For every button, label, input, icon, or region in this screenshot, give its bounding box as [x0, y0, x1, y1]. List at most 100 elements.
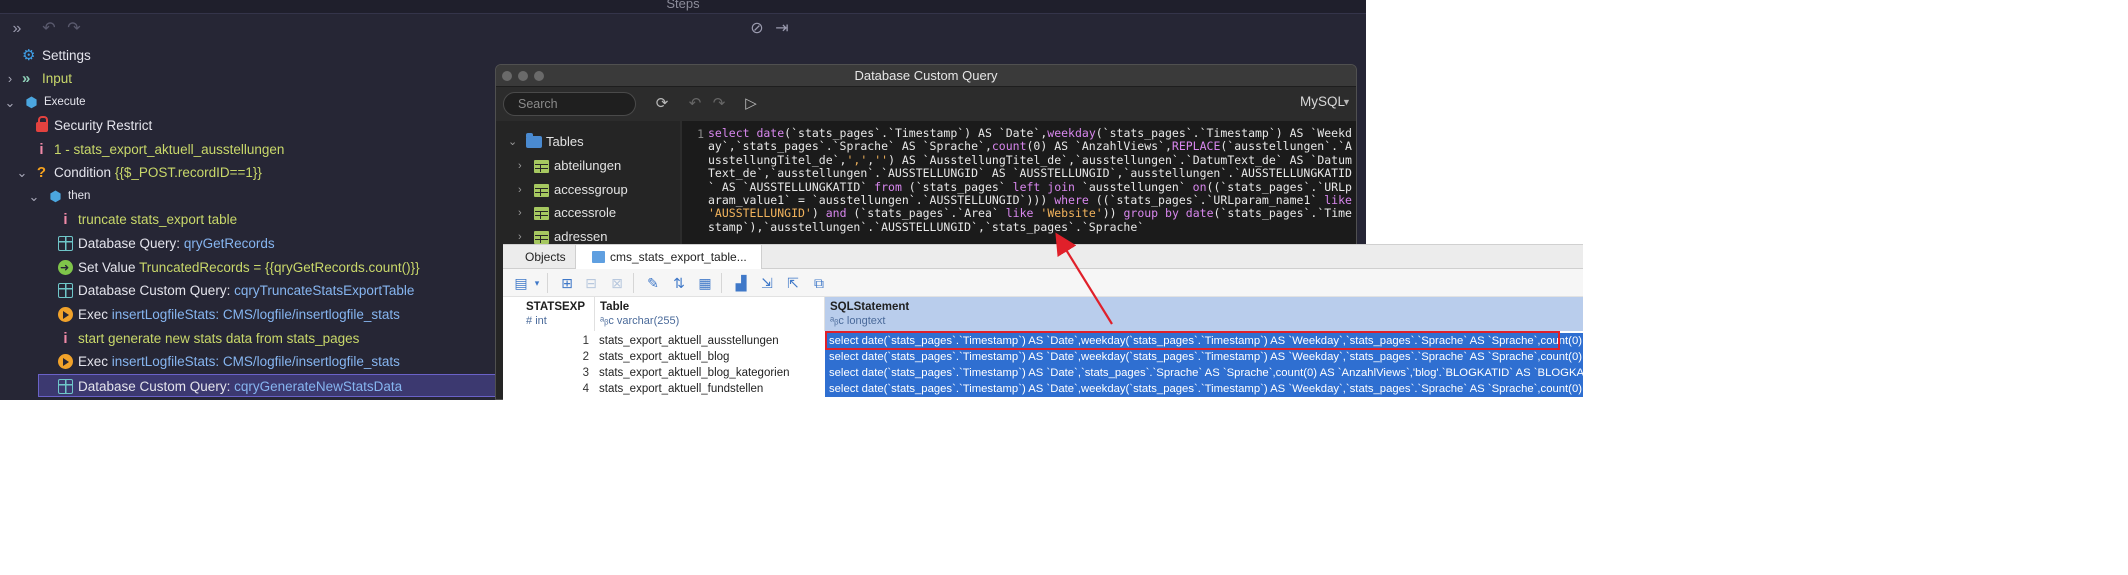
tab-label: cms_stats_export_table... — [610, 250, 747, 264]
step-comment[interactable]: i 1 - stats_export_aktuell_ausstellungen — [0, 138, 495, 161]
step-set-value[interactable]: Set Value TruncatedRecords = {{qryGetRec… — [0, 256, 495, 280]
play-icon — [58, 307, 73, 322]
chevron-right-icon[interactable]: › — [4, 67, 16, 90]
tab-table[interactable]: cms_stats_export_table... — [575, 245, 762, 270]
cube-icon: ⬢ — [49, 188, 62, 204]
step-label: Set Value TruncatedRecords = {{qryGetRec… — [78, 260, 420, 275]
chevron-right-icon[interactable]: › — [518, 202, 522, 224]
grid-view-icon[interactable]: ▦ — [697, 275, 713, 291]
chevron-down-icon[interactable]: ▾ — [529, 275, 545, 291]
step-label: truncate stats_export table — [78, 212, 238, 227]
cell-table[interactable]: stats_export_aktuell_fundstellen — [595, 381, 825, 397]
duplicate-record-icon[interactable]: ⊟ — [583, 275, 599, 291]
tree-label: accessrole — [554, 205, 617, 220]
tree-item-table[interactable]: › accessrole — [496, 202, 680, 224]
chevron-down-icon[interactable]: ⌄ — [508, 131, 517, 153]
folder-icon — [526, 133, 542, 148]
db-type-select[interactable]: MySQL — [1300, 94, 1345, 109]
import-icon[interactable]: ⇲ — [759, 275, 775, 291]
cell-sql[interactable]: select date(`stats_pages`.`Timestamp`) A… — [825, 365, 1583, 381]
results-toolbar: ▤ ▾ ⊞ ⊟ ⊠ ✎ ⇅ ▦ ▟ ⇲ ⇱ ⧉ — [503, 269, 1583, 297]
cell-table[interactable]: stats_export_aktuell_blog — [595, 349, 825, 365]
save-icon[interactable]: ▤ — [513, 275, 529, 291]
undo-icon[interactable]: ↶ — [684, 93, 706, 115]
sql-token: ',' — [846, 152, 868, 167]
cell-table[interactable]: stats_export_aktuell_blog_kategorien — [595, 365, 825, 381]
chevron-down-icon[interactable]: ⌄ — [16, 161, 28, 184]
export-icon[interactable]: ⇥ — [771, 19, 793, 39]
chevron-down-icon[interactable]: ⌄ — [28, 185, 40, 208]
tree-item-tables[interactable]: ⌄ Tables — [496, 131, 680, 153]
export-icon[interactable]: ⇱ — [785, 275, 801, 291]
line-number: 1 — [697, 127, 704, 141]
search-input[interactable]: Search — [503, 92, 636, 116]
step-database-custom-query[interactable]: Database Custom Query: cqryTruncateStats… — [0, 279, 495, 302]
no-entry-icon[interactable]: ⊘ — [746, 19, 768, 39]
step-input[interactable]: › » Input — [0, 67, 495, 90]
step-label: Exec insertLogfileStats: CMS/logfile/ins… — [78, 354, 400, 369]
sort-icon[interactable]: ⇅ — [671, 275, 687, 291]
cell-table[interactable]: stats_export_aktuell_ausstellungen — [595, 333, 825, 349]
sql-token: (`stats_pages`.`Timestamp`) AS `Date`, — [784, 126, 1048, 140]
text-type-icon: ᵃᵦc — [600, 315, 617, 327]
sql-token: '' — [874, 152, 889, 167]
step-label: Database Query: qryGetRecords — [78, 236, 275, 251]
structure-icon[interactable]: ⧉ — [811, 275, 827, 291]
step-label: then — [68, 190, 91, 202]
add-record-icon[interactable]: ⊞ — [559, 275, 575, 291]
sql-token: (`stats_pages`.`Area` — [846, 206, 1006, 221]
tree-item-table[interactable]: › abteilungen — [496, 155, 680, 177]
undo-icon[interactable]: ↶ — [38, 19, 60, 39]
step-label: start generate new stats data from stats… — [78, 331, 360, 346]
edit-icon[interactable]: ✎ — [645, 275, 661, 291]
column-header-table[interactable]: Table ᵃᵦc varchar(255) — [595, 297, 825, 331]
run-query-icon[interactable]: ▷ — [740, 93, 762, 115]
tree-label: Tables — [546, 134, 584, 149]
refresh-icon[interactable]: ⟳ — [651, 93, 673, 115]
chevron-down-icon[interactable]: ⌄ — [4, 91, 16, 114]
delete-record-icon[interactable]: ⊠ — [609, 275, 625, 291]
step-database-custom-query-selected[interactable]: Database Custom Query: cqryGenerateNewSt… — [38, 374, 496, 397]
double-chevron-right-icon[interactable]: » — [6, 19, 28, 39]
step-settings[interactable]: ⚙ Settings — [0, 44, 495, 67]
step-comment[interactable]: i truncate stats_export table — [0, 208, 495, 231]
chevron-right-icon[interactable]: › — [518, 179, 522, 201]
column-header-statsexp[interactable]: STATSEXP # int — [521, 297, 595, 331]
cell-id[interactable]: 2 — [521, 349, 595, 365]
cell-id[interactable]: 3 — [521, 365, 595, 381]
redo-icon[interactable]: ↷ — [708, 93, 730, 115]
cell-sql[interactable]: select date(`stats_pages`.`Timestamp`) A… — [825, 381, 1583, 397]
steps-titlebar: Steps — [0, 0, 1366, 14]
sql-token: group by date — [1123, 206, 1214, 221]
cell-id[interactable]: 1 — [521, 333, 595, 349]
chart-icon[interactable]: ▟ — [733, 275, 749, 291]
tree-item-table[interactable]: › accessgroup — [496, 179, 680, 201]
chevron-right-icon[interactable]: › — [518, 155, 522, 177]
info-icon: i — [63, 211, 68, 228]
cell-sql[interactable]: select date(`stats_pages`.`Timestamp`) A… — [825, 349, 1583, 365]
chevron-down-icon[interactable]: ▼ — [1342, 97, 1351, 107]
sql-token: (`stats_pages` — [901, 179, 1013, 194]
redo-icon[interactable]: ↷ — [63, 19, 85, 39]
table-icon — [534, 231, 549, 244]
column-header-sqlstatement[interactable]: SQLStatement ᵃᵦc longtext — [825, 297, 1583, 331]
set-value-icon — [58, 257, 73, 280]
step-exec[interactable]: Exec insertLogfileStats: CMS/logfile/ins… — [0, 350, 495, 373]
annotation-highlight-box — [825, 331, 1560, 350]
tab-objects[interactable]: Objects — [511, 245, 580, 269]
step-condition[interactable]: ⌄ ? Condition {{$_POST.recordID==1}} — [0, 161, 495, 184]
sql-text[interactable]: select date(`stats_pages`.`Timestamp`) A… — [708, 126, 1352, 234]
step-comment[interactable]: i start generate new stats data from sta… — [0, 327, 495, 350]
cell-id[interactable]: 4 — [521, 381, 595, 397]
lock-icon — [36, 116, 48, 132]
step-exec[interactable]: Exec insertLogfileStats: CMS/logfile/ins… — [0, 303, 495, 326]
sql-token: from — [874, 179, 902, 194]
sql-token: REPLACE — [1171, 139, 1221, 154]
step-execute[interactable]: ⌄ ⬢ Execute — [0, 91, 495, 114]
step-security-restrict[interactable]: Security Restrict — [0, 114, 495, 137]
step-database-query[interactable]: Database Query: qryGetRecords — [0, 232, 495, 255]
gear-icon: ⚙ — [22, 47, 36, 64]
step-then[interactable]: ⌄ ⬢ then — [0, 185, 495, 208]
table-icon — [58, 379, 73, 394]
